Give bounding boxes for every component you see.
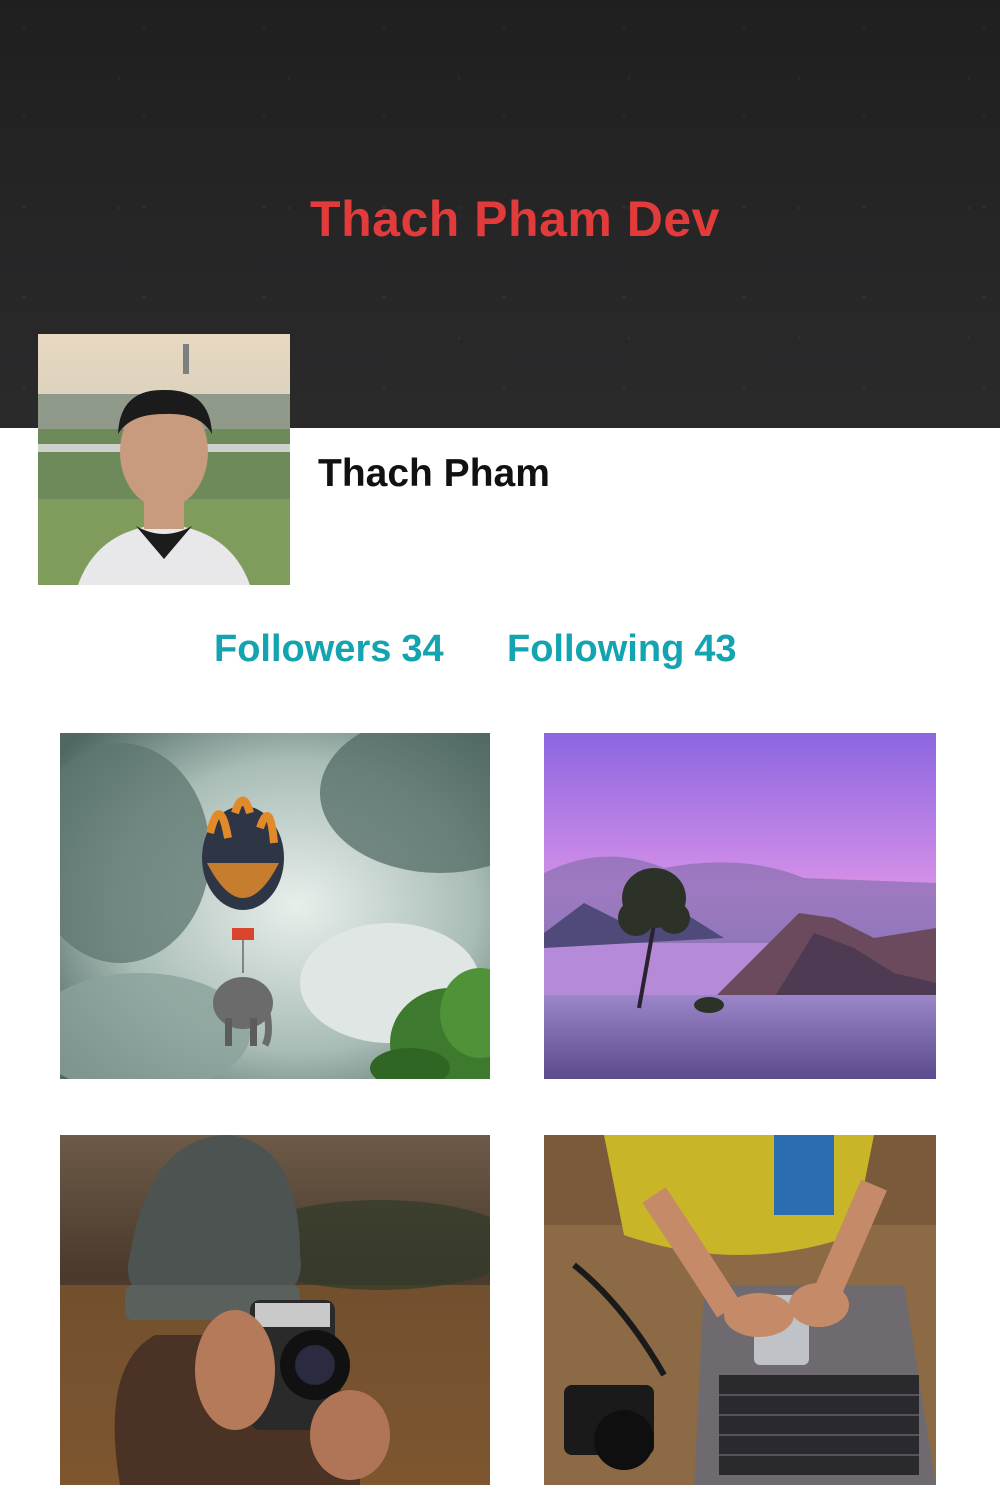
person-camera-beanie-photo-icon <box>60 1135 490 1485</box>
hands-phone-laptop-photo-icon <box>544 1135 936 1485</box>
site-title: Thach Pham Dev <box>310 191 720 247</box>
avatar-photo-icon <box>38 334 290 585</box>
following-count: 43 <box>694 628 737 670</box>
following-link[interactable]: Following 43 <box>507 628 737 671</box>
followers-link[interactable]: Followers 34 <box>214 628 444 671</box>
gallery-photo[interactable] <box>544 733 936 1079</box>
lake-tree-mountains-photo-icon <box>544 733 936 1079</box>
gallery-photo[interactable] <box>60 1135 490 1485</box>
followers-count: 34 <box>401 628 444 670</box>
followers-label: Followers <box>214 628 392 670</box>
profile-avatar[interactable] <box>38 334 290 585</box>
profile-name: Thach Pham <box>318 452 550 495</box>
gallery-photo[interactable] <box>544 1135 936 1485</box>
balloon-elephant-photo-icon <box>60 733 490 1079</box>
gallery-photo[interactable] <box>60 733 490 1079</box>
following-label: Following <box>507 628 685 670</box>
